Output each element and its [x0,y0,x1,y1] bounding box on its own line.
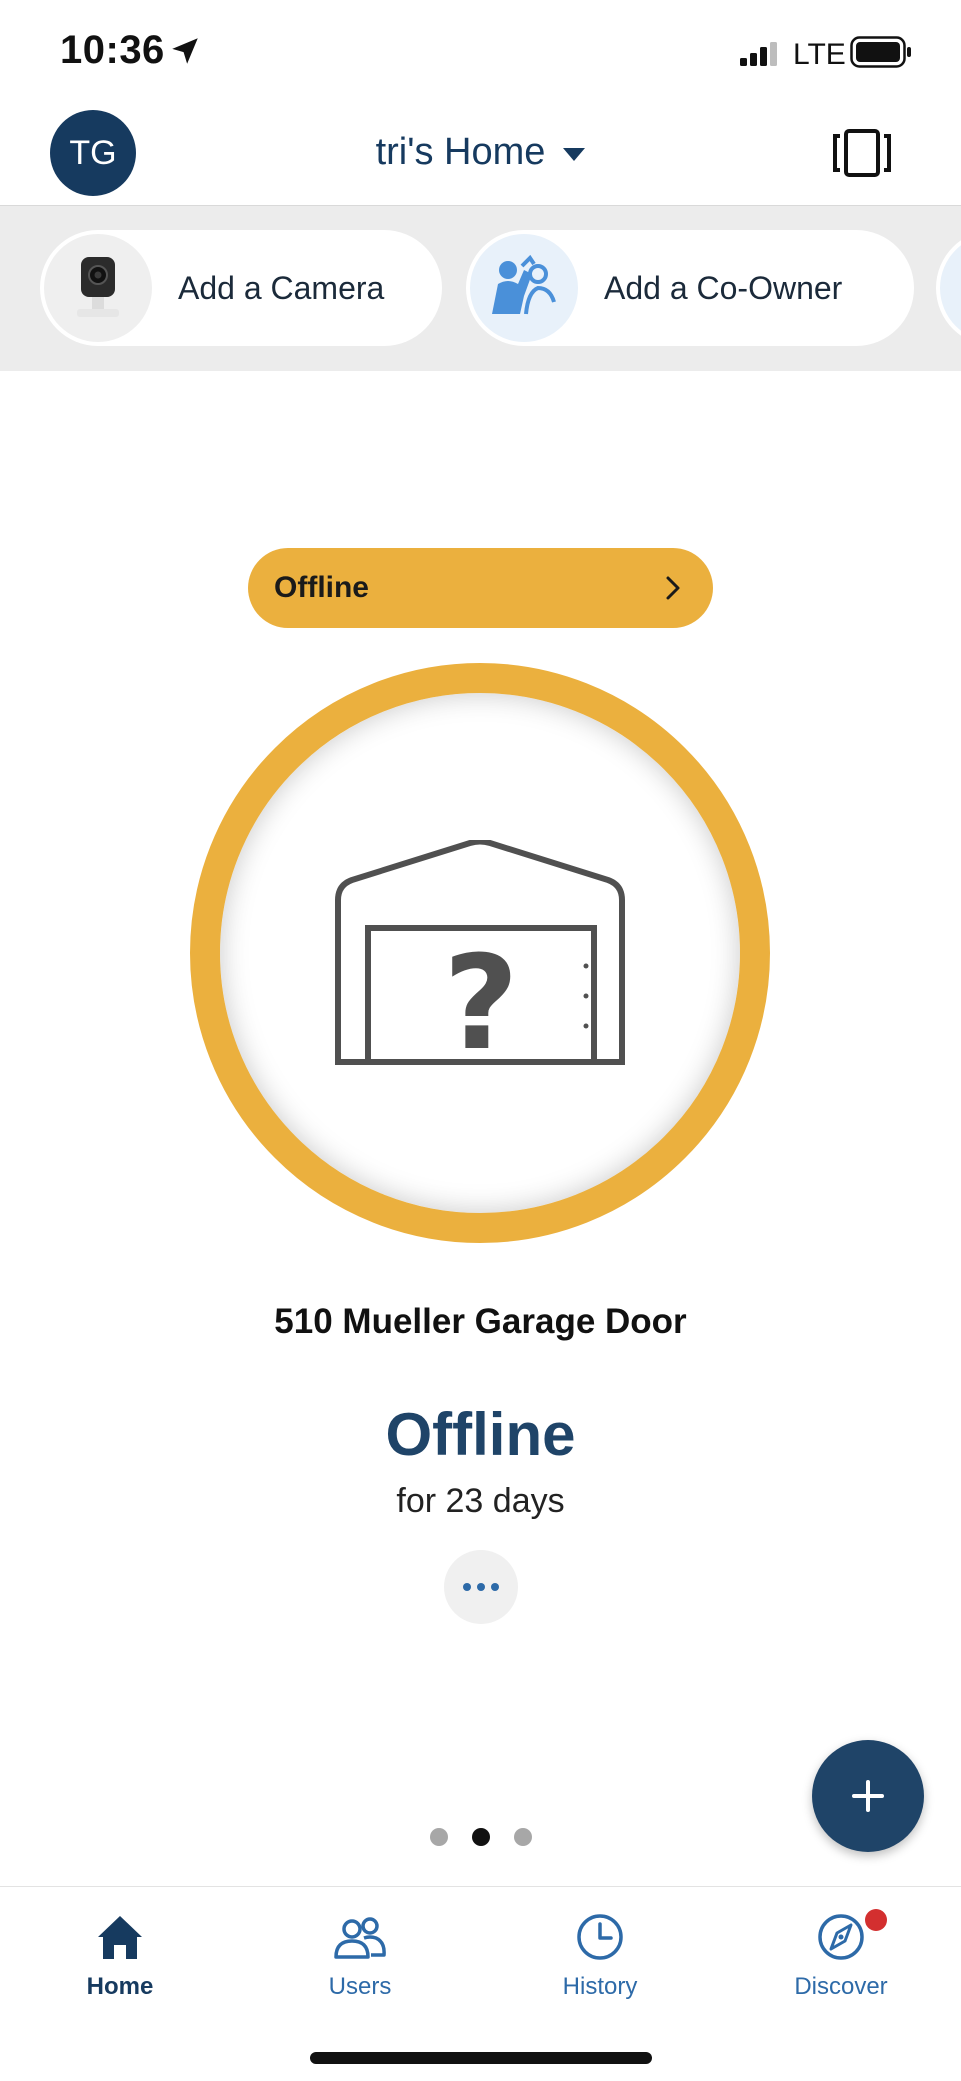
more-dot [463,1583,471,1591]
tab-history[interactable]: History [520,1907,680,2001]
chevron-right-icon [666,576,680,600]
add-camera-button[interactable]: Add a Camera [40,230,442,346]
more-options-button[interactable] [444,1550,518,1624]
page-dot-active[interactable] [471,1828,490,1846]
state-duration: for 23 days [396,1482,565,1520]
offline-banner-label: Offline [274,571,369,604]
quick-action-partial[interactable] [936,230,961,346]
compass-icon [818,1914,864,1960]
network-type: LTE [793,38,846,71]
more-dot [491,1583,499,1591]
location-arrow-icon [172,38,198,64]
tab-home-label: Home [86,1973,154,2000]
page-dot[interactable] [429,1828,448,1846]
tab-home[interactable]: Home [40,1907,200,2001]
device-view-toggle-icon[interactable] [832,128,892,178]
add-camera-label: Add a Camera [178,269,385,306]
battery-icon [850,36,911,68]
svg-text:?: ? [443,927,518,1070]
status-time: 10:36 [60,28,165,72]
garage-unknown-icon: ? [335,840,625,1070]
page-dot[interactable] [513,1828,532,1846]
camera-icon [44,234,152,342]
signal-icon [740,42,777,66]
avatar[interactable]: TG [50,110,136,196]
app-header: TG tri's Home [0,100,961,206]
home-selector[interactable]: tri's Home [376,131,586,174]
notification-badge [865,1909,887,1931]
add-co-owner-button[interactable]: Add a Co-Owner [466,230,914,346]
home-selector-wrap: tri's Home [0,100,961,205]
home-name: tri's Home [375,131,546,173]
tab-users-label: Users [328,1973,392,2000]
status-bar: 10:36 LTE [0,0,961,100]
co-owner-icon [470,234,578,342]
page-indicator [0,1828,961,1846]
tab-users[interactable]: Users [280,1907,440,2001]
device-state: Offline [385,1401,576,1468]
quick-actions-strip[interactable]: Add a Camera Add a Co-Owner [0,206,961,371]
device-name: 510 Mueller Garage Door [274,1302,687,1341]
plus-icon [852,1780,884,1812]
home-indicator [310,2052,652,2064]
home-icon [98,1916,142,1959]
more-dot [477,1583,485,1591]
tab-discover[interactable]: Discover [761,1907,921,2001]
quick-action-thumb-icon [940,234,961,342]
offline-status-banner[interactable]: Offline [248,548,713,628]
history-icon [577,1914,623,1960]
add-button[interactable] [812,1740,924,1852]
tab-discover-label: Discover [794,1973,888,2000]
users-icon [334,1917,386,1959]
add-co-owner-label: Add a Co-Owner [604,269,843,306]
tab-history-label: History [562,1973,638,2000]
caret-down-icon [563,148,586,161]
